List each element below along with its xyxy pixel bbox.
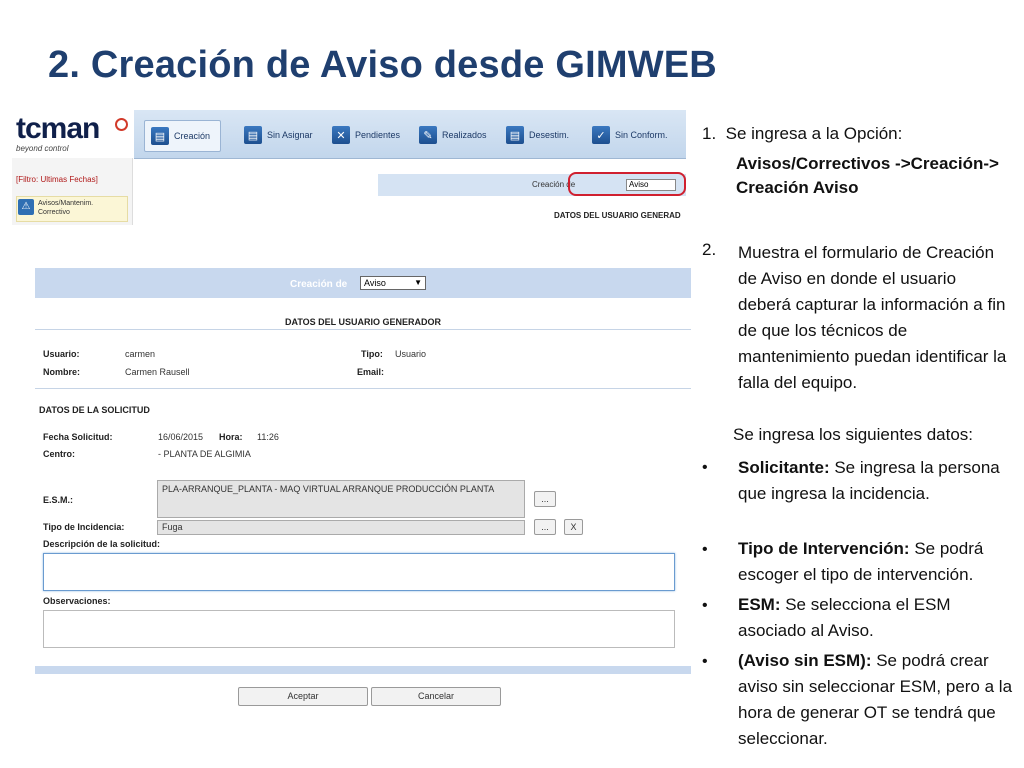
centro-value: - PLANTA DE ALGIMIA [158, 449, 251, 459]
fecha-value: 16/06/2015 [158, 432, 204, 442]
document-cancel-icon: ▤ [506, 126, 524, 144]
step1-number: 1. [702, 124, 717, 143]
descripcion-textarea[interactable] [43, 553, 675, 591]
bullet-aviso-sin-esm: (Aviso sin ESM): Se podrá crear aviso si… [738, 648, 1016, 752]
section-header-solicitud: DATOS DE LA SOLICITUD [39, 405, 150, 415]
tools-icon: ✕ [332, 126, 350, 144]
bullet-icon: • [702, 597, 708, 614]
esm-field[interactable]: PLA-ARRANQUE_PLANTA - MAQ VIRTUAL ARRANQ… [157, 480, 525, 518]
warning-icon: ⚠ [18, 199, 34, 215]
app-header-screenshot: tcman beyond control ▤ Creación ▤ Sin As… [12, 110, 686, 225]
step1: 1. Se ingresa a la Opción: [702, 124, 902, 144]
tab-label: Pendientes [355, 130, 401, 140]
bullet-icon: • [702, 653, 708, 670]
bullet-solicitante: Solicitante: Se ingresa la persona que i… [738, 455, 1016, 507]
section-header-usuario: DATOS DEL USUARIO GENERADOR [284, 317, 441, 327]
module-toolbar: ▤ Creación ▤ Sin Asignar ✕ Pendientes ✎ … [134, 110, 686, 159]
select-value: Aviso [364, 278, 386, 288]
incidencia-clear-button[interactable]: X [564, 519, 583, 535]
tab-desestim[interactable]: ▤ Desestim. [506, 120, 569, 150]
document-icon: ▤ [244, 126, 262, 144]
incidencia-field[interactable]: Fuga [157, 520, 525, 535]
filter-link[interactable]: [Filtro: Ultimas Fechas] [16, 175, 98, 184]
highlight-box [568, 172, 686, 196]
mini-datos-header: DATOS DEL USUARIO GENERAD [554, 211, 681, 220]
creation-type-select[interactable]: Aviso ▼ [360, 276, 426, 290]
sidebar-item-label: Avisos/Mantenim. Correctivo [38, 200, 94, 216]
step1-text: Se ingresa a la Opción: [725, 124, 903, 143]
tab-label: Creación [174, 131, 211, 141]
esm-lookup-button[interactable]: ... [534, 491, 556, 507]
step2-number: 2. [702, 240, 717, 259]
logo-text: tcman [16, 112, 100, 145]
tab-label: Sin Asignar [267, 130, 313, 140]
esm-label: E.S.M.: [43, 495, 74, 505]
bullet-term: Solicitante: [738, 458, 830, 477]
tab-sin-conform[interactable]: ✓ Sin Conform. [592, 120, 668, 150]
observaciones-textarea[interactable] [43, 610, 675, 648]
incidencia-label: Tipo de Incidencia: [43, 522, 125, 532]
wrench-icon: ✎ [419, 126, 437, 144]
logo-slogan: beyond control [16, 144, 69, 153]
tab-label: Realizados [442, 130, 487, 140]
bullet-icon: • [702, 459, 708, 476]
incidencia-lookup-button[interactable]: ... [534, 519, 556, 535]
tipo-label: Tipo: [361, 349, 383, 359]
creation-type-label: Creación de [290, 279, 348, 290]
aviso-form: Creación de Aviso ▼ DATOS DEL USUARIO GE… [35, 268, 691, 716]
observaciones-label: Observaciones: [43, 596, 111, 606]
cancelar-button[interactable]: Cancelar [371, 687, 501, 706]
bullet-term: (Aviso sin ESM): [738, 651, 872, 670]
form-footer-bar [35, 666, 691, 674]
fecha-label: Fecha Solicitud: [43, 432, 113, 442]
bullet-esm: ESM: Se selecciona el ESM asociado al Av… [738, 592, 1016, 644]
step2-text: Muestra el formulario de Creación de Avi… [738, 243, 1007, 392]
tab-label: Desestim. [529, 130, 570, 140]
usuario-value: carmen [125, 349, 156, 359]
descripcion-label: Descripción de la solicitud: [43, 539, 161, 549]
tab-creacion[interactable]: ▤ Creación [144, 120, 222, 152]
check-icon: ✓ [592, 126, 610, 144]
nombre-label: Nombre: [43, 367, 81, 377]
centro-label: Centro: [43, 449, 75, 459]
bullet-term: Tipo de Intervención: [738, 539, 910, 558]
tipo-value: Usuario [395, 349, 427, 359]
bullet-term: ESM: [738, 595, 781, 614]
document-icon: ▤ [151, 127, 169, 145]
nombre-value: Carmen Rausell [125, 367, 190, 377]
tab-realizados[interactable]: ✎ Realizados [419, 120, 487, 150]
tab-sin-asignar[interactable]: ▤ Sin Asignar [244, 120, 313, 150]
step1-menu-path: Avisos/Correctivos ->Creación-> Creación… [736, 154, 999, 197]
left-panel: [Filtro: Ultimas Fechas] ⚠ Avisos/Manten… [12, 158, 133, 225]
bullet-tipo-intervencion: Tipo de Intervención: Se podrá escoger e… [738, 536, 1016, 588]
bullet-icon: • [702, 541, 708, 558]
logo: tcman beyond control [12, 110, 132, 158]
slide-title: 2. Creación de Aviso desde GIMWEB [48, 44, 717, 86]
aceptar-button[interactable]: Aceptar [238, 687, 368, 706]
datos-intro: Se ingresa los siguientes datos: [733, 425, 974, 444]
email-label: Email: [357, 367, 385, 377]
hora-value: 11:26 [257, 432, 279, 442]
tab-pendientes[interactable]: ✕ Pendientes [332, 120, 400, 150]
usuario-label: Usuario: [43, 349, 80, 359]
tab-label: Sin Conform. [615, 130, 668, 140]
hora-label: Hora: [219, 432, 243, 442]
logo-dot-icon [115, 118, 128, 131]
dropdown-arrow-icon: ▼ [414, 278, 422, 287]
